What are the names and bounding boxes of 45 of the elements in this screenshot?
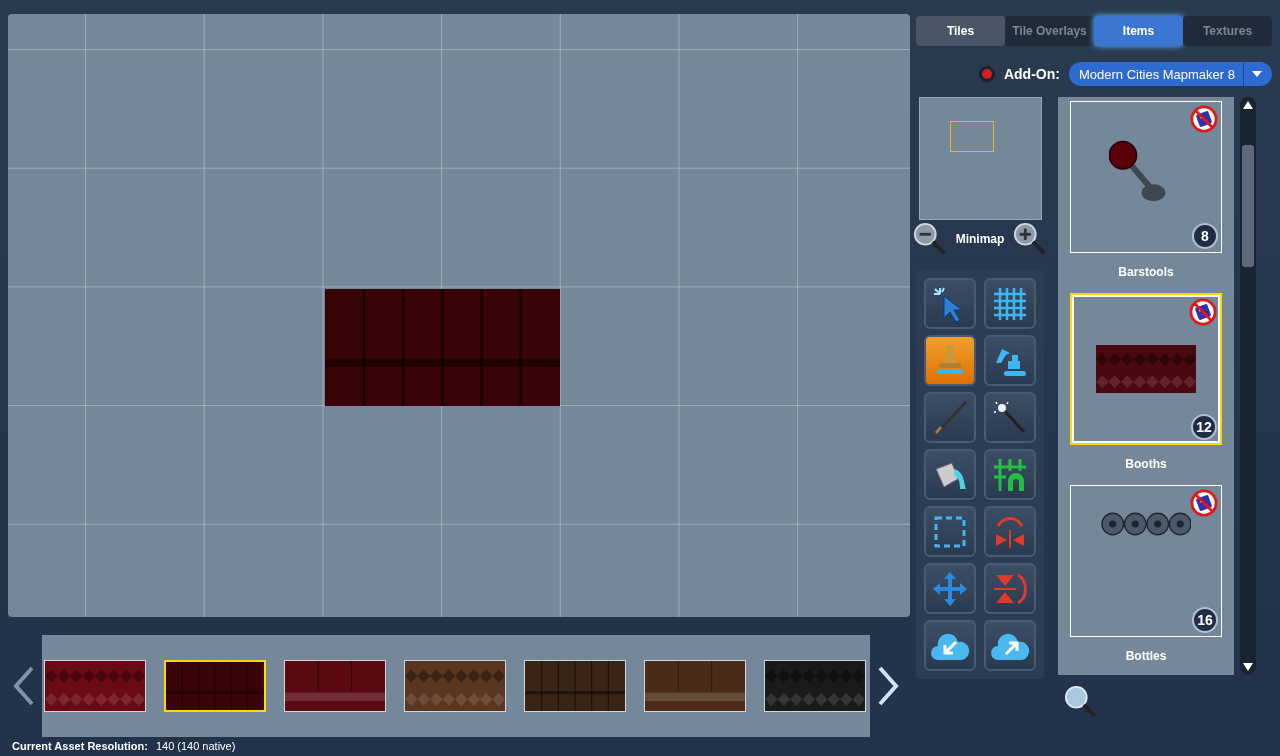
variant-thumbnail[interactable]: [404, 660, 506, 712]
variant-thumbnail[interactable]: [764, 660, 866, 712]
item-card[interactable]: 12: [1070, 293, 1222, 445]
caret-icon: [1252, 71, 1262, 77]
tool-button[interactable]: [984, 392, 1036, 443]
tool-button[interactable]: [924, 506, 976, 557]
count-badge: 8: [1192, 223, 1218, 249]
tool-button[interactable]: [984, 449, 1036, 500]
count-badge: 12: [1191, 414, 1217, 440]
variant-thumbnail[interactable]: [644, 660, 746, 712]
tool-button[interactable]: [924, 620, 976, 671]
zoom-out-icon[interactable]: [913, 222, 947, 256]
tab[interactable]: Tiles: [916, 16, 1005, 46]
item-label: Barstools: [1118, 265, 1174, 279]
variant-thumbnail[interactable]: [44, 660, 146, 712]
addon-label: Add-On:: [1003, 66, 1060, 82]
tool-button[interactable]: [924, 449, 976, 500]
scroll-up-icon[interactable]: [1243, 101, 1253, 109]
viewport-frame: [949, 121, 994, 152]
scroll-down-icon[interactable]: [1243, 663, 1253, 671]
no-dice-icon: [1189, 298, 1217, 326]
variant-thumbnail[interactable]: [164, 660, 266, 712]
status-led-icon: [978, 66, 995, 82]
tool-button[interactable]: [984, 335, 1036, 386]
item-card[interactable]: 8: [1070, 101, 1222, 253]
addon-dropdown[interactable]: Modern Cities Mapmaker 8: [1068, 62, 1272, 86]
item-label: Bottles: [1125, 649, 1167, 663]
no-dice-icon: [1190, 105, 1218, 133]
tab[interactable]: Items: [1094, 16, 1183, 46]
tool-button[interactable]: [984, 620, 1036, 671]
no-dice-icon: [1190, 489, 1218, 517]
item-label: Booths: [1125, 457, 1167, 471]
item-card[interactable]: 16: [1070, 485, 1222, 637]
status-label: Current Asset Resolution:: [12, 740, 148, 752]
search-icon[interactable]: [1064, 685, 1098, 719]
scroll-thumb[interactable]: [1242, 145, 1254, 267]
tool-button[interactable]: [984, 278, 1036, 329]
variant-thumbnail[interactable]: [284, 660, 386, 712]
minimap-label: Minimap: [955, 232, 1005, 246]
scrollbar[interactable]: [1240, 97, 1256, 675]
zoom-in-icon[interactable]: [1013, 222, 1047, 256]
map-canvas[interactable]: [8, 14, 910, 617]
status-value: 140 (140 native): [155, 740, 236, 752]
variant-thumbnail[interactable]: [524, 660, 626, 712]
count-badge: 16: [1192, 607, 1218, 633]
